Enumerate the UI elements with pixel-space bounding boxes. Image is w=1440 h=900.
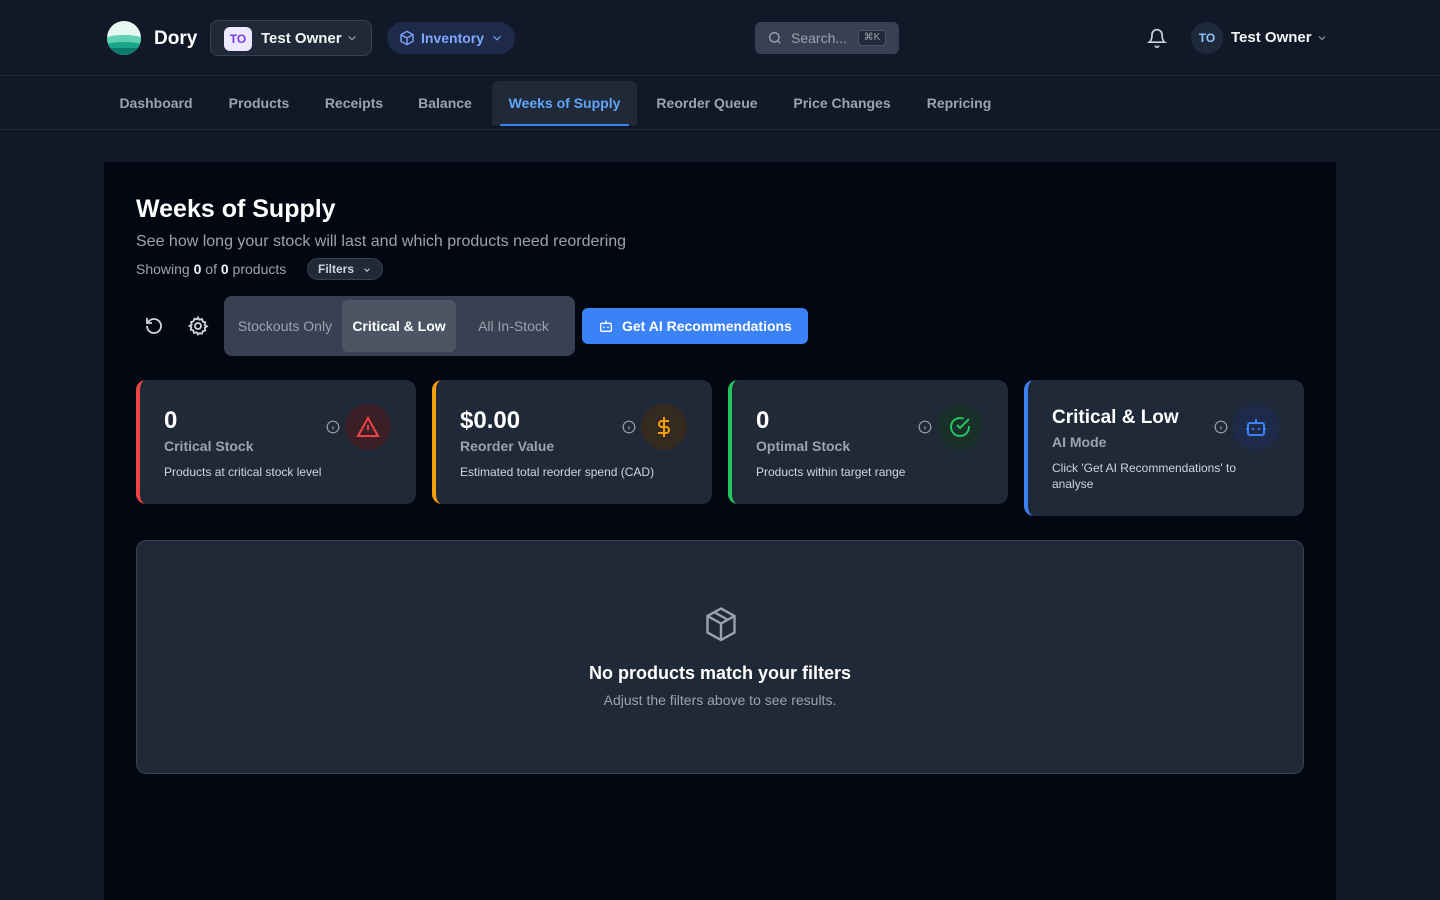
segment-critical-low[interactable]: Critical & Low <box>342 300 456 352</box>
brand-name: Dory <box>154 28 198 49</box>
org-avatar: TO <box>224 27 252 51</box>
info-icon[interactable] <box>918 420 932 434</box>
showing-count: 0 <box>193 261 202 277</box>
bot-icon <box>600 320 612 332</box>
showing-total: 0 <box>220 261 229 277</box>
filters-button[interactable]: Filters <box>307 258 383 280</box>
tab-dashboard[interactable]: Dashboard <box>108 77 204 130</box>
gear-icon[interactable] <box>184 312 212 340</box>
tab-reorder-queue[interactable]: Reorder Queue <box>645 77 769 130</box>
empty-title: No products match your filters <box>588 663 852 683</box>
card-value: 0 <box>756 407 770 434</box>
segment-stockouts-only[interactable]: Stockouts Only <box>228 300 342 352</box>
info-icon[interactable] <box>1214 420 1228 434</box>
org-selector[interactable]: TO Test Owner <box>210 20 372 56</box>
check-circle-icon <box>950 417 970 437</box>
module-label: Inventory <box>421 30 485 46</box>
card-label: Critical Stock <box>164 438 254 454</box>
card-label: Reorder Value <box>460 438 555 454</box>
info-icon[interactable] <box>326 420 340 434</box>
box-icon <box>400 30 414 46</box>
tab-balance[interactable]: Balance <box>406 77 484 130</box>
stock-filter-segmented: Stockouts Only Critical & Low All In-Sto… <box>224 296 575 356</box>
card-description: Products within target range <box>756 465 906 479</box>
ai-mode-card: Critical & Low AI Mode Click 'Get AI Rec… <box>1024 380 1304 516</box>
search-icon <box>769 32 781 44</box>
dollar-icon <box>658 417 670 437</box>
chevron-down-icon <box>493 35 501 41</box>
optimal-stock-card: 0 Optimal Stock Products within target r… <box>728 380 1008 504</box>
results-count: Showing 0 of 0 products <box>136 261 286 277</box>
tab-price-changes[interactable]: Price Changes <box>781 77 903 130</box>
page-title: Weeks of Supply <box>136 195 336 223</box>
card-value: Critical & Low <box>1052 407 1179 428</box>
empty-state: No products match your filters Adjust th… <box>136 540 1304 774</box>
card-value: $0.00 <box>460 407 521 434</box>
card-value: 0 <box>164 407 178 434</box>
org-name: Test Owner <box>261 30 342 47</box>
tab-receipts[interactable]: Receipts <box>314 77 394 130</box>
card-label: AI Mode <box>1052 434 1107 450</box>
bot-icon <box>1246 419 1266 436</box>
search-input[interactable]: Search... ⌘K <box>755 22 899 54</box>
reorder-value-card: $0.00 Reorder Value Estimated total reor… <box>432 380 712 504</box>
tab-products[interactable]: Products <box>216 77 302 130</box>
tab-weeks-of-supply[interactable]: Weeks of Supply <box>492 81 637 126</box>
dory-logo[interactable] <box>107 21 141 55</box>
showing-of: of <box>205 261 217 277</box>
card-description: Estimated total reorder spend (CAD) <box>460 465 655 479</box>
card-label: Optimal Stock <box>756 438 851 454</box>
chevron-down-icon <box>348 35 356 41</box>
segment-all-in-stock[interactable]: All In-Stock <box>456 300 571 352</box>
info-icon[interactable] <box>622 420 636 434</box>
showing-prefix: Showing <box>136 261 190 277</box>
card-icon-badge <box>937 404 983 450</box>
card-icon-badge <box>1233 404 1279 450</box>
search-shortcut: ⌘K <box>858 30 886 46</box>
nav-tabs: Dashboard Products Receipts Balance Week… <box>0 77 1440 130</box>
alert-triangle-icon <box>356 415 380 437</box>
ai-button-label: Get AI Recommendations <box>622 318 792 334</box>
get-ai-recommendations-button[interactable]: Get AI Recommendations <box>582 308 808 344</box>
chevron-down-icon <box>364 268 370 272</box>
critical-stock-card: 0 Critical Stock Products at critical st… <box>136 380 416 504</box>
empty-message: Adjust the filters above to see results. <box>603 692 837 708</box>
showing-suffix: products <box>232 261 287 277</box>
search-placeholder: Search... <box>791 30 848 46</box>
module-selector[interactable]: Inventory <box>387 22 515 54</box>
refresh-icon[interactable] <box>140 312 168 340</box>
card-icon-badge <box>345 404 391 450</box>
package-icon <box>706 607 736 642</box>
card-description: Products at critical stock level <box>164 465 322 479</box>
user-name[interactable]: Test Owner <box>1231 29 1312 46</box>
chevron-down-icon[interactable] <box>1316 32 1328 44</box>
user-avatar[interactable]: TO <box>1191 22 1223 54</box>
top-bar: Dory TO Test Owner Inventory Search... ⌘… <box>0 0 1440 76</box>
main-panel <box>104 162 1336 900</box>
card-icon-badge <box>641 404 687 450</box>
card-description: Click 'Get AI Recommendations' to analys… <box>1052 461 1236 491</box>
page-subtitle: See how long your stock will last and wh… <box>136 233 627 250</box>
filters-label: Filters <box>318 262 355 276</box>
tab-repricing[interactable]: Repricing <box>915 77 1003 130</box>
bell-icon[interactable] <box>1147 28 1167 48</box>
